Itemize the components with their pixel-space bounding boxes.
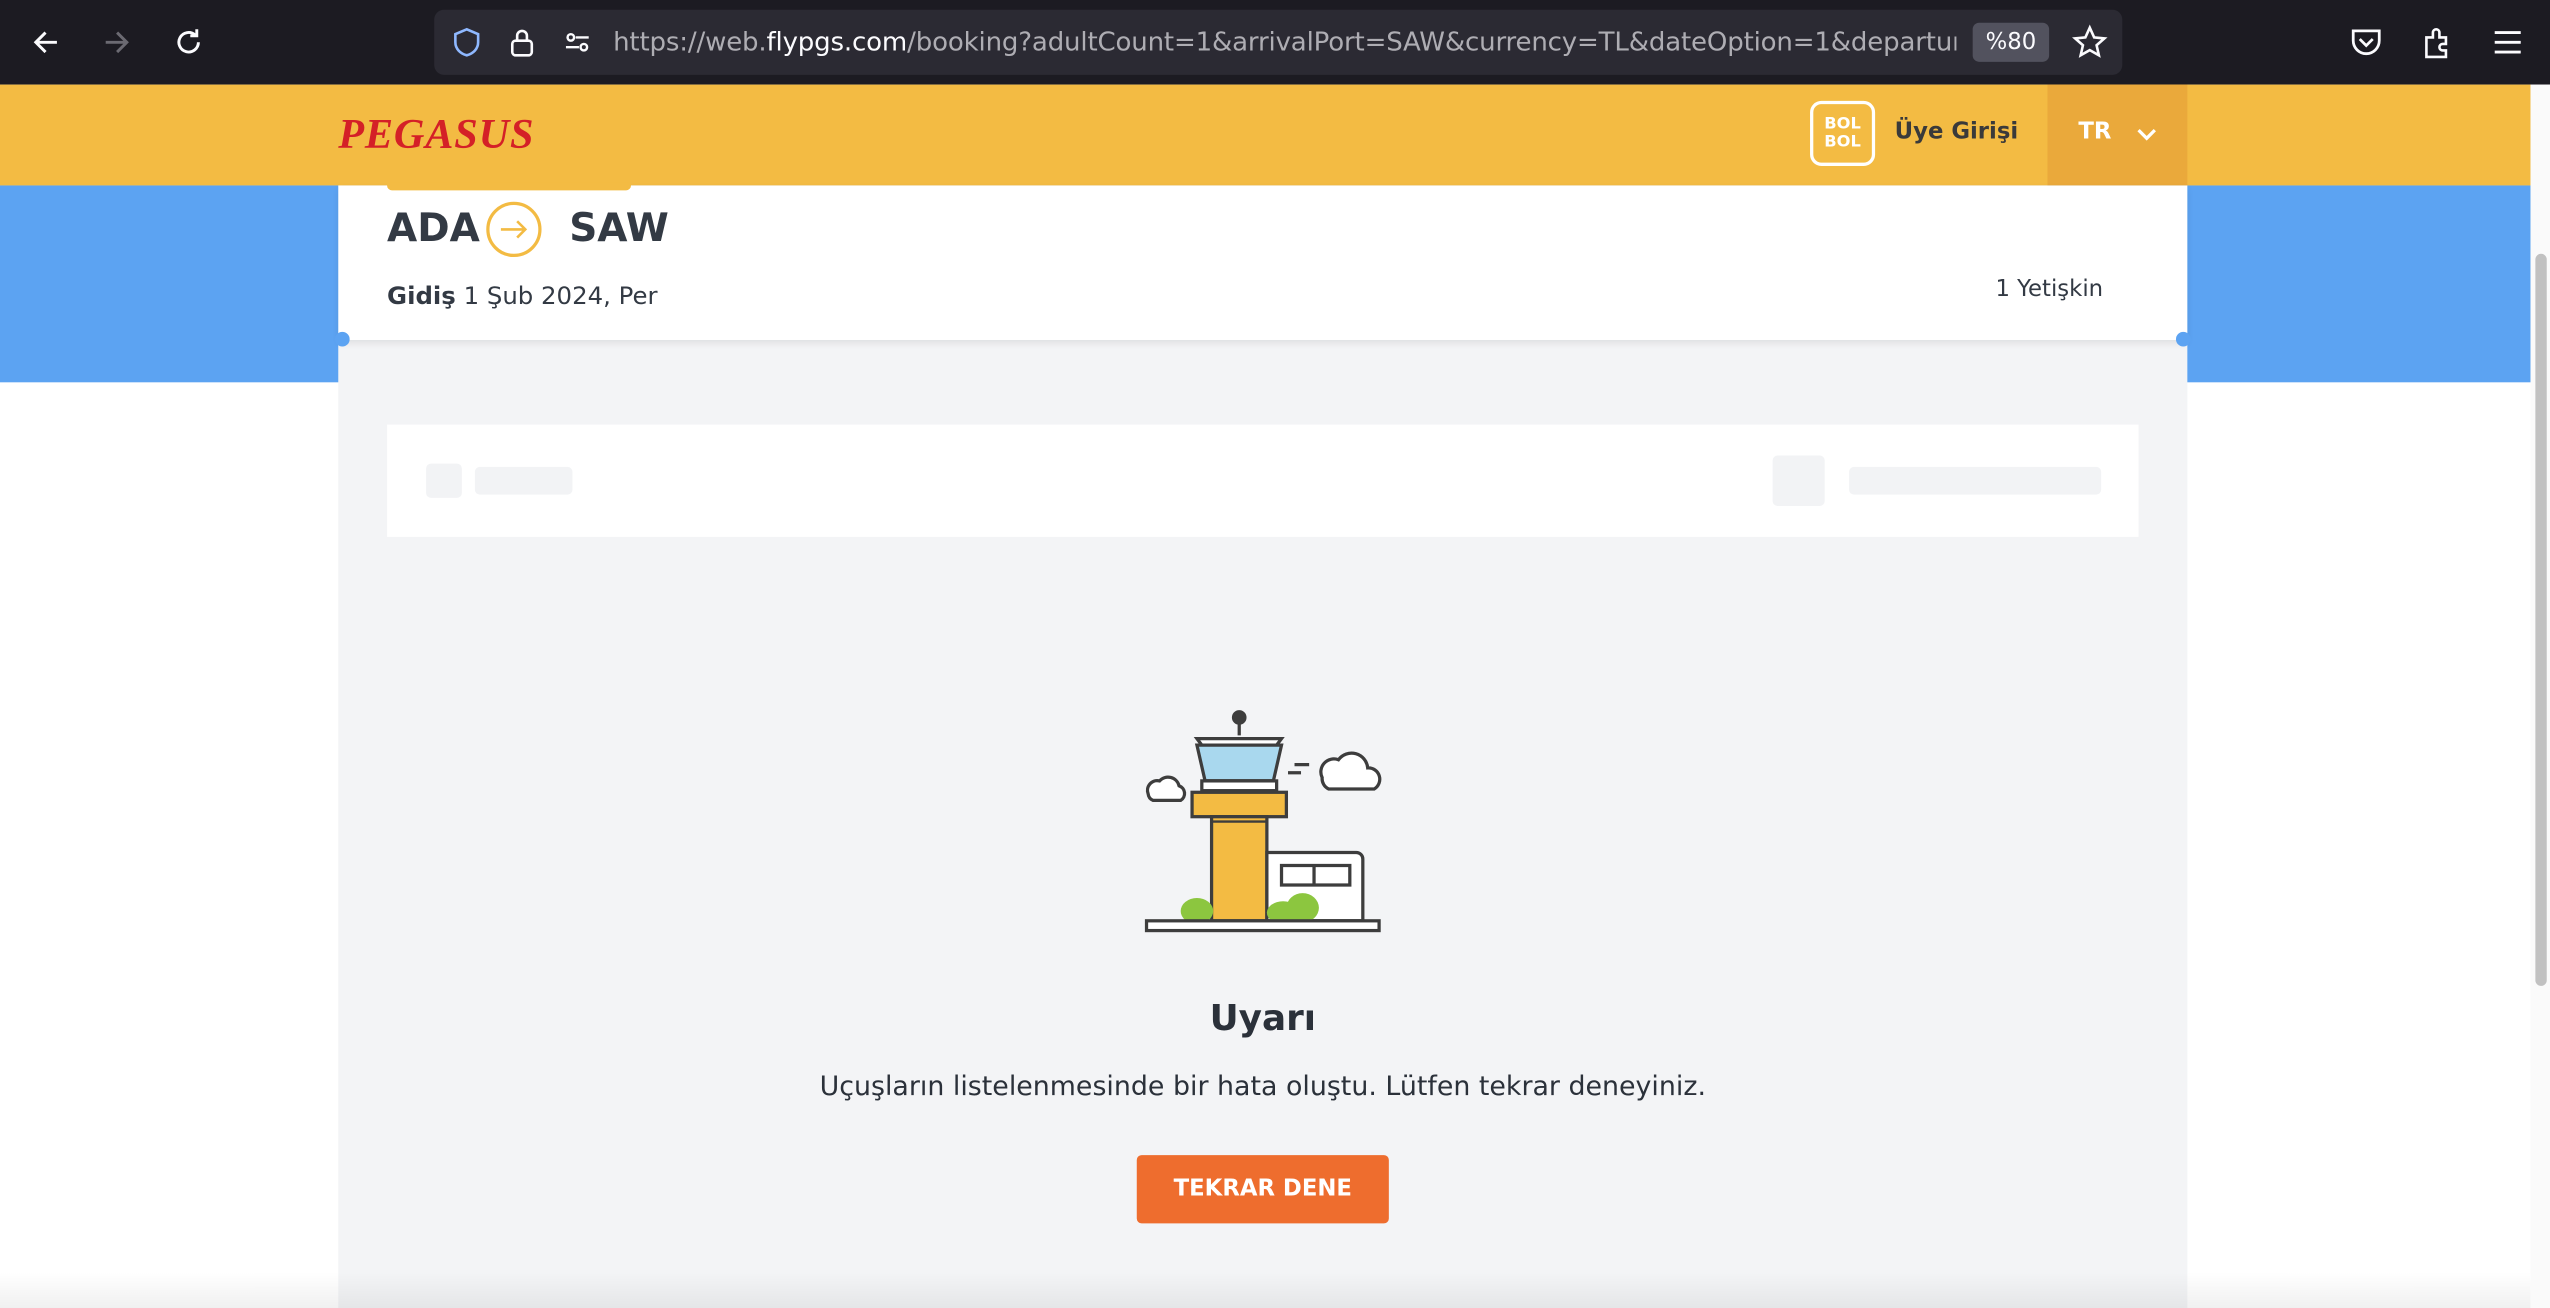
card-dot-right [2175, 331, 2191, 347]
url-domain: flypgs.com [766, 26, 908, 57]
zoom-level-badge[interactable]: %80 [1972, 22, 2050, 62]
route-arrow [486, 201, 542, 258]
language-selector[interactable]: TR [2047, 84, 2188, 186]
url-prefix: https://web. [613, 26, 767, 57]
departure-date: 1 Şub 2024, Per [463, 281, 658, 311]
reload-button[interactable] [159, 13, 218, 72]
lock-icon[interactable] [506, 26, 539, 59]
skeleton-square-left [426, 463, 462, 498]
member-login-link[interactable]: Üye Girişi [1895, 119, 2019, 145]
chevron-down-icon [2137, 128, 2156, 141]
direction-label: Gidiş [387, 281, 456, 311]
arrow-right-icon [500, 220, 528, 239]
pocket-icon[interactable] [2348, 24, 2384, 60]
url-text[interactable]: https://web.flypgs.com/booking?adultCoun… [613, 10, 1956, 75]
skeleton-card [387, 424, 2139, 537]
pegasus-logo[interactable]: PEGASUS [338, 111, 534, 160]
language-label: TR [2078, 118, 2112, 145]
retry-button[interactable]: TEKRAR DENE [1136, 1155, 1389, 1224]
bookmark-star-icon[interactable] [2072, 24, 2108, 60]
error-message: Uçuşların listelenmesinde bir hata oluşt… [819, 1070, 1706, 1102]
tracking-shield-icon[interactable] [450, 26, 483, 59]
url-path: /booking?adultCount=1&arrivalPort=SAW&cu… [907, 26, 1957, 57]
skeleton-bar-right [1849, 466, 2102, 495]
forward-button[interactable] [88, 13, 147, 72]
address-bar[interactable]: https://web.flypgs.com/booking?adultCoun… [434, 9, 2123, 75]
menu-icon[interactable] [2491, 26, 2524, 59]
extensions-icon[interactable] [2420, 24, 2456, 60]
scrollbar-thumb[interactable] [2535, 253, 2547, 986]
departure-info: Gidiş 1 Şub 2024, Per [387, 281, 657, 310]
page-root: https://web.flypgs.com/booking?adultCoun… [0, 0, 2550, 1308]
reload-icon [177, 29, 200, 54]
skeleton-bar-left [474, 466, 573, 495]
back-arrow-icon [33, 31, 57, 54]
bolbol-line1: BOL [1824, 115, 1861, 134]
passenger-count: 1 Yetişkin [1995, 276, 2104, 303]
control-tower-illustration [1144, 710, 1382, 933]
skeleton-square-right [1772, 455, 1825, 506]
destination-code: SAW [569, 204, 669, 251]
back-button[interactable] [16, 13, 75, 72]
forward-arrow-icon [105, 31, 129, 54]
route-card-accent [387, 182, 631, 191]
browser-toolbar: https://web.flypgs.com/booking?adultCoun… [0, 0, 2550, 85]
bottom-shadow [0, 1272, 2531, 1308]
permissions-icon[interactable] [561, 26, 594, 59]
bolbol-logo[interactable]: BOL BOL [1810, 100, 1876, 166]
card-dot-left [335, 331, 350, 347]
error-title: Uyarı [1209, 998, 1317, 1040]
origin-code: ADA [387, 204, 480, 251]
bolbol-line2: BOL [1824, 133, 1861, 152]
